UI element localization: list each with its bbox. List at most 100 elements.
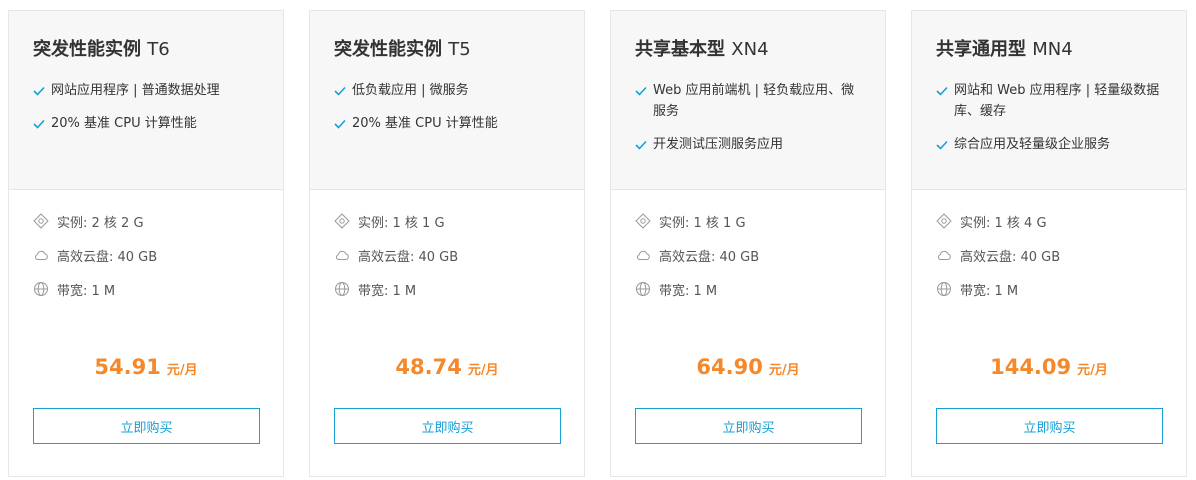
buy-button[interactable]: 立即购买 bbox=[936, 408, 1163, 444]
spec-disk-text: 高效云盘: 40 GB bbox=[358, 249, 459, 265]
spec-bandwidth-text: 带宽: 1 M bbox=[358, 283, 417, 299]
feature-list: 低负载应用 | 微服务 20% 基准 CPU 计算性能 bbox=[334, 80, 560, 134]
spec-instance-text: 实例: 2 核 2 G bbox=[57, 215, 144, 231]
check-icon bbox=[635, 134, 653, 155]
feature-item: 开发测试压测服务应用 bbox=[635, 134, 861, 155]
buy-button[interactable]: 立即购买 bbox=[33, 408, 260, 444]
spec-instance: 实例: 2 核 2 G bbox=[33, 211, 259, 231]
spec-disk-text: 高效云盘: 40 GB bbox=[57, 249, 158, 265]
feature-list: 网站和 Web 应用程序 | 轻量级数据库、缓存 综合应用及轻量级企业服务 bbox=[936, 80, 1162, 155]
feature-item: 20% 基准 CPU 计算性能 bbox=[334, 113, 560, 134]
spec-disk: 高效云盘: 40 GB bbox=[334, 245, 560, 265]
cpu-icon bbox=[635, 213, 651, 229]
cpu-icon bbox=[334, 213, 350, 229]
price-unit: 元/月 bbox=[1077, 363, 1108, 378]
globe-icon bbox=[936, 281, 952, 297]
check-icon bbox=[33, 80, 51, 101]
check-icon bbox=[635, 80, 653, 101]
spec-bandwidth: 带宽: 1 M bbox=[334, 279, 560, 299]
spec-list: 实例: 1 核 4 G 高效云盘: 40 GB 带宽: 1 M bbox=[912, 190, 1186, 299]
price-row: 54.91 元/月 bbox=[9, 355, 283, 379]
spec-bandwidth-text: 带宽: 1 M bbox=[960, 283, 1019, 299]
spec-list: 实例: 2 核 2 G 高效云盘: 40 GB 带宽: 1 M bbox=[9, 190, 283, 299]
feature-text: 开发测试压测服务应用 bbox=[653, 137, 784, 152]
buy-button[interactable]: 立即购买 bbox=[635, 408, 862, 444]
check-icon bbox=[334, 80, 352, 101]
card-title: 突发性能实例 T6 bbox=[33, 38, 259, 62]
card-title-model: XN4 bbox=[731, 39, 769, 60]
product-card-t5: 突发性能实例 T5 低负载应用 | 微服务 20% 基准 CPU 计算性能 实例… bbox=[309, 10, 585, 477]
check-icon bbox=[936, 80, 954, 101]
price-unit: 元/月 bbox=[467, 363, 499, 378]
feature-item: 网站应用程序 | 普通数据处理 bbox=[33, 80, 259, 101]
card-title: 共享通用型 MN4 bbox=[936, 38, 1162, 62]
spec-disk-text: 高效云盘: 40 GB bbox=[659, 249, 760, 265]
spec-disk: 高效云盘: 40 GB bbox=[33, 245, 259, 265]
price-value: 144.09 bbox=[990, 355, 1072, 379]
price-value: 54.91 bbox=[94, 355, 161, 379]
feature-item: 网站和 Web 应用程序 | 轻量级数据库、缓存 bbox=[936, 80, 1162, 122]
card-title: 突发性能实例 T5 bbox=[334, 38, 560, 62]
card-header: 突发性能实例 T6 网站应用程序 | 普通数据处理 20% 基准 CPU 计算性… bbox=[9, 11, 283, 190]
cloud-icon bbox=[936, 247, 952, 263]
card-header: 突发性能实例 T5 低负载应用 | 微服务 20% 基准 CPU 计算性能 bbox=[310, 11, 584, 190]
price-value: 64.90 bbox=[696, 355, 763, 379]
cpu-icon bbox=[33, 213, 49, 229]
price-row: 144.09 元/月 bbox=[912, 355, 1186, 379]
check-icon bbox=[334, 113, 352, 134]
feature-text: 20% 基准 CPU 计算性能 bbox=[352, 116, 498, 131]
spec-instance: 实例: 1 核 1 G bbox=[635, 211, 861, 231]
card-header: 共享通用型 MN4 网站和 Web 应用程序 | 轻量级数据库、缓存 综合应用及… bbox=[912, 11, 1186, 190]
card-title-model: T6 bbox=[147, 39, 170, 60]
cloud-icon bbox=[334, 247, 350, 263]
spec-bandwidth-text: 带宽: 1 M bbox=[659, 283, 718, 299]
price-unit: 元/月 bbox=[768, 363, 800, 378]
globe-icon bbox=[635, 281, 651, 297]
product-card-mn4: 共享通用型 MN4 网站和 Web 应用程序 | 轻量级数据库、缓存 综合应用及… bbox=[911, 10, 1187, 477]
price-unit: 元/月 bbox=[166, 363, 198, 378]
spec-bandwidth: 带宽: 1 M bbox=[936, 279, 1162, 299]
card-title: 共享基本型 XN4 bbox=[635, 38, 861, 62]
price-row: 64.90 元/月 bbox=[611, 355, 885, 379]
feature-item: 20% 基准 CPU 计算性能 bbox=[33, 113, 259, 134]
feature-text: 网站应用程序 | 普通数据处理 bbox=[51, 83, 220, 98]
spec-bandwidth: 带宽: 1 M bbox=[33, 279, 259, 299]
card-title-name: 突发性能实例 bbox=[334, 39, 442, 60]
spec-instance-text: 实例: 1 核 4 G bbox=[960, 215, 1047, 231]
cpu-icon bbox=[936, 213, 952, 229]
spec-disk: 高效云盘: 40 GB bbox=[635, 245, 861, 265]
spec-instance-text: 实例: 1 核 1 G bbox=[659, 215, 746, 231]
buy-button[interactable]: 立即购买 bbox=[334, 408, 561, 444]
feature-text: 综合应用及轻量级企业服务 bbox=[954, 137, 1111, 152]
spec-instance: 实例: 1 核 1 G bbox=[334, 211, 560, 231]
globe-icon bbox=[33, 281, 49, 297]
check-icon bbox=[33, 113, 51, 134]
spec-instance: 实例: 1 核 4 G bbox=[936, 211, 1162, 231]
check-icon bbox=[936, 134, 954, 155]
spec-bandwidth-text: 带宽: 1 M bbox=[57, 283, 116, 299]
globe-icon bbox=[334, 281, 350, 297]
feature-text: 低负载应用 | 微服务 bbox=[352, 83, 469, 98]
spec-disk: 高效云盘: 40 GB bbox=[936, 245, 1162, 265]
price-value: 48.74 bbox=[395, 355, 462, 379]
feature-item: 综合应用及轻量级企业服务 bbox=[936, 134, 1162, 155]
spec-bandwidth: 带宽: 1 M bbox=[635, 279, 861, 299]
spec-list: 实例: 1 核 1 G 高效云盘: 40 GB 带宽: 1 M bbox=[310, 190, 584, 299]
cloud-icon bbox=[33, 247, 49, 263]
feature-text: 网站和 Web 应用程序 | 轻量级数据库、缓存 bbox=[954, 83, 1160, 119]
spec-instance-text: 实例: 1 核 1 G bbox=[358, 215, 445, 231]
feature-text: Web 应用前端机 | 轻负载应用、微服务 bbox=[653, 83, 855, 119]
feature-item: 低负载应用 | 微服务 bbox=[334, 80, 560, 101]
card-header: 共享基本型 XN4 Web 应用前端机 | 轻负载应用、微服务 开发测试压测服务… bbox=[611, 11, 885, 190]
spec-list: 实例: 1 核 1 G 高效云盘: 40 GB 带宽: 1 M bbox=[611, 190, 885, 299]
card-title-name: 共享通用型 bbox=[936, 39, 1026, 60]
card-title-name: 突发性能实例 bbox=[33, 39, 141, 60]
feature-item: Web 应用前端机 | 轻负载应用、微服务 bbox=[635, 80, 861, 122]
card-title-model: T5 bbox=[448, 39, 471, 60]
price-row: 48.74 元/月 bbox=[310, 355, 584, 379]
card-title-model: MN4 bbox=[1032, 39, 1073, 60]
cloud-icon bbox=[635, 247, 651, 263]
product-card-t6: 突发性能实例 T6 网站应用程序 | 普通数据处理 20% 基准 CPU 计算性… bbox=[8, 10, 284, 477]
feature-text: 20% 基准 CPU 计算性能 bbox=[51, 116, 197, 131]
feature-list: 网站应用程序 | 普通数据处理 20% 基准 CPU 计算性能 bbox=[33, 80, 259, 134]
